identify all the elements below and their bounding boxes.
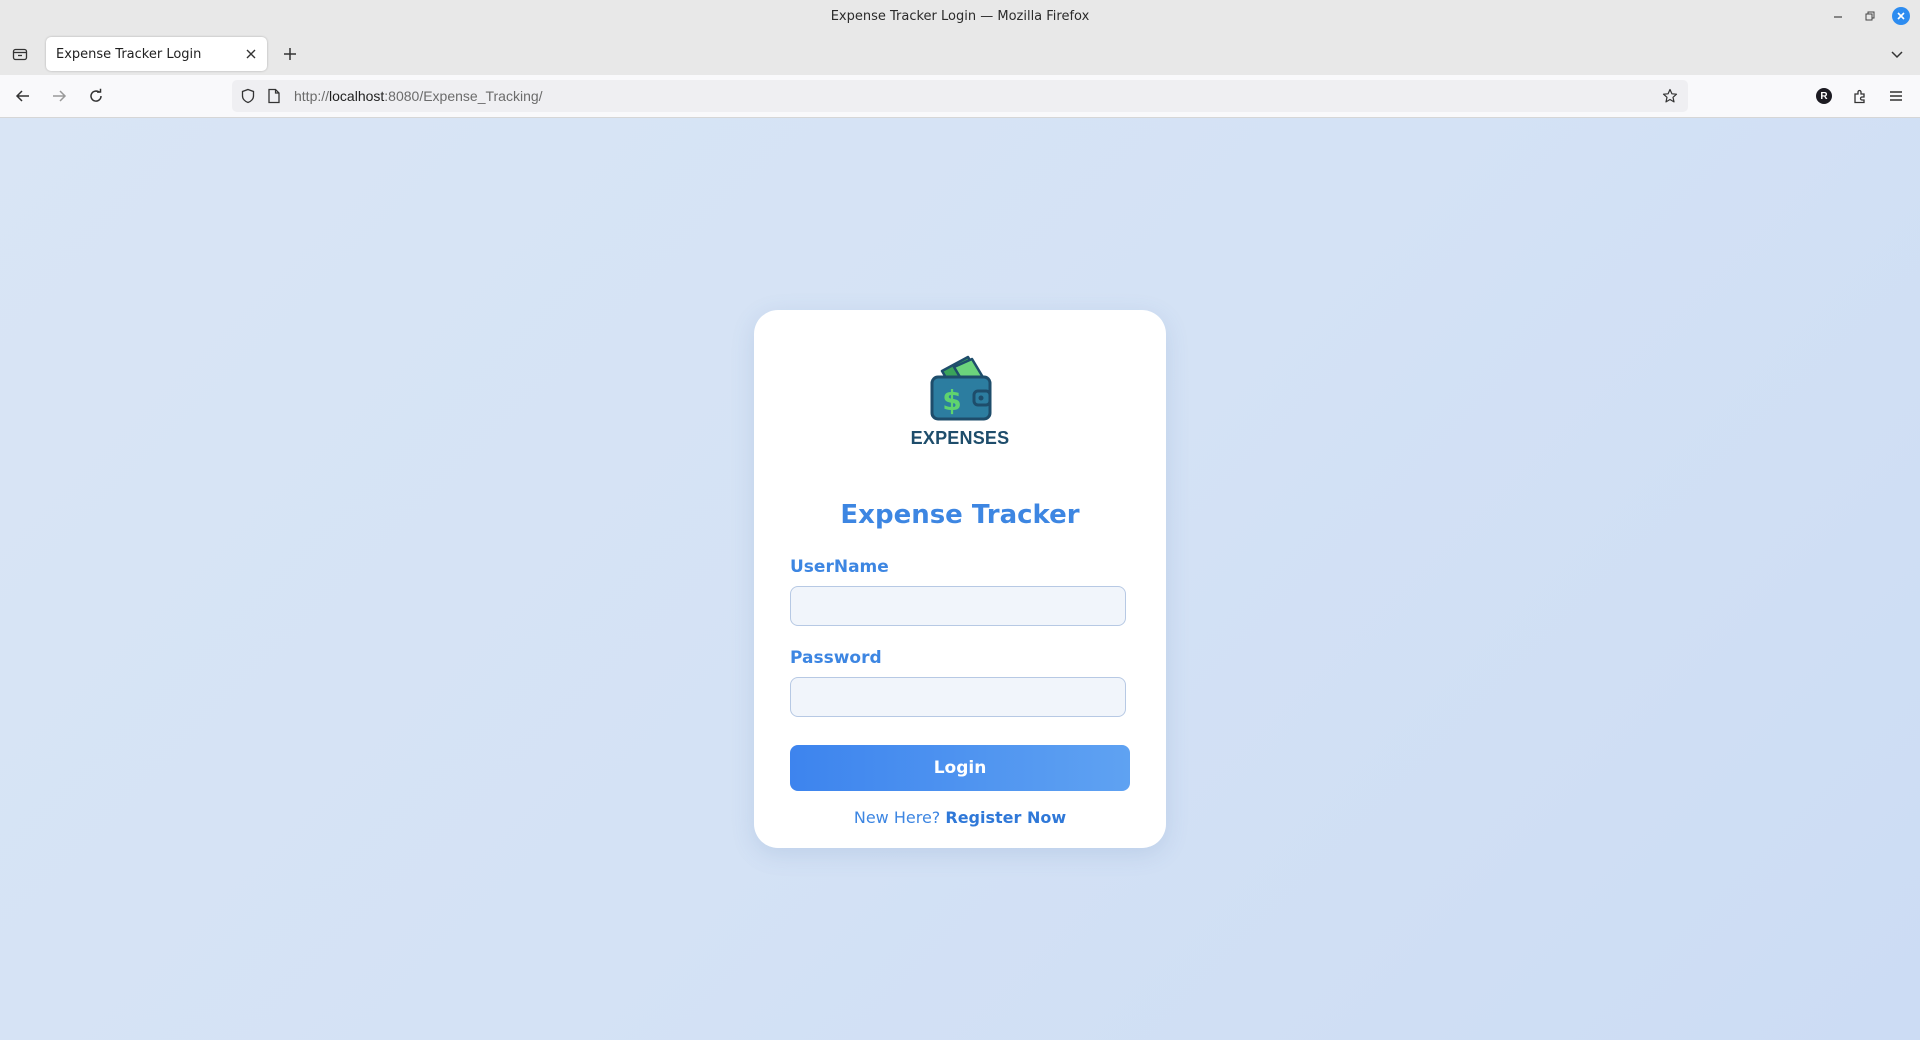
tab-strip: Expense Tracker Login (0, 33, 1920, 75)
register-now-link[interactable]: Register Now (945, 808, 1066, 827)
restore-icon (1865, 11, 1875, 21)
profile-avatar: R (1816, 88, 1832, 104)
minimize-button[interactable] (1828, 6, 1848, 26)
tab-active[interactable]: Expense Tracker Login (46, 37, 267, 71)
url-host: localhost (329, 88, 385, 104)
app-menu-button[interactable] (1884, 84, 1908, 108)
page-content: $ EXPENSES Expense Tracker UserName Pass… (0, 118, 1920, 1040)
url-text[interactable]: http://localhost:8080/Expense_Tracking/ (294, 88, 543, 104)
bookmark-star-button[interactable] (1660, 86, 1680, 106)
shield-icon (241, 88, 255, 104)
reload-icon (90, 88, 102, 102)
account-button[interactable]: R (1812, 84, 1836, 108)
star-icon (1662, 88, 1678, 103)
login-button[interactable]: Login (790, 745, 1130, 791)
minimize-icon (1834, 16, 1842, 18)
url-scheme: http:// (294, 88, 330, 104)
page-icon (268, 88, 280, 104)
forward-button[interactable] (47, 84, 71, 108)
plus-icon (284, 48, 296, 60)
close-icon (246, 49, 256, 59)
tracking-protection-button[interactable] (238, 86, 258, 106)
register-prompt: New Here? (853, 808, 941, 827)
register-prompt-line: New Here? Register Now (754, 808, 1166, 827)
username-input[interactable] (790, 586, 1126, 626)
restore-button[interactable] (1860, 6, 1880, 26)
tab-close-button[interactable] (239, 42, 263, 66)
back-button[interactable] (11, 84, 35, 108)
password-input[interactable] (790, 677, 1126, 717)
page-title: Expense Tracker (840, 500, 1080, 530)
tab-title: Expense Tracker Login (56, 46, 202, 62)
reload-button[interactable] (84, 84, 108, 108)
navigation-toolbar: http://localhost:8080/Expense_Tracking/ … (0, 75, 1920, 118)
site-info-button[interactable] (264, 86, 284, 106)
close-icon (1897, 12, 1905, 20)
forward-arrow-icon (53, 90, 67, 102)
window-controls (1828, 6, 1910, 26)
url-bar[interactable]: http://localhost:8080/Expense_Tracking/ (232, 80, 1688, 112)
firefox-view-button[interactable] (10, 44, 30, 64)
toolbar-right: R (1812, 84, 1908, 108)
url-path: :8080/Expense_Tracking/ (384, 88, 543, 104)
username-label: UserName (790, 557, 889, 577)
chevron-down-icon (1891, 51, 1903, 59)
extensions-button[interactable] (1848, 84, 1872, 108)
svg-text:$: $ (942, 384, 961, 417)
hamburger-menu-icon (1890, 91, 1902, 101)
back-arrow-icon (15, 90, 29, 102)
logo-text: EXPENSES (910, 428, 1010, 448)
extensions-icon (1854, 89, 1865, 104)
window-titlebar: Expense Tracker Login — Mozilla Firefox (0, 0, 1920, 33)
new-tab-button[interactable] (279, 43, 301, 65)
tab-list-icon (12, 48, 28, 61)
password-label: Password (790, 648, 882, 668)
list-all-tabs-button[interactable] (1886, 43, 1908, 65)
window-title: Expense Tracker Login — Mozilla Firefox (830, 9, 1090, 24)
login-card: $ EXPENSES Expense Tracker UserName Pass… (754, 310, 1166, 848)
close-window-button[interactable] (1892, 7, 1910, 25)
